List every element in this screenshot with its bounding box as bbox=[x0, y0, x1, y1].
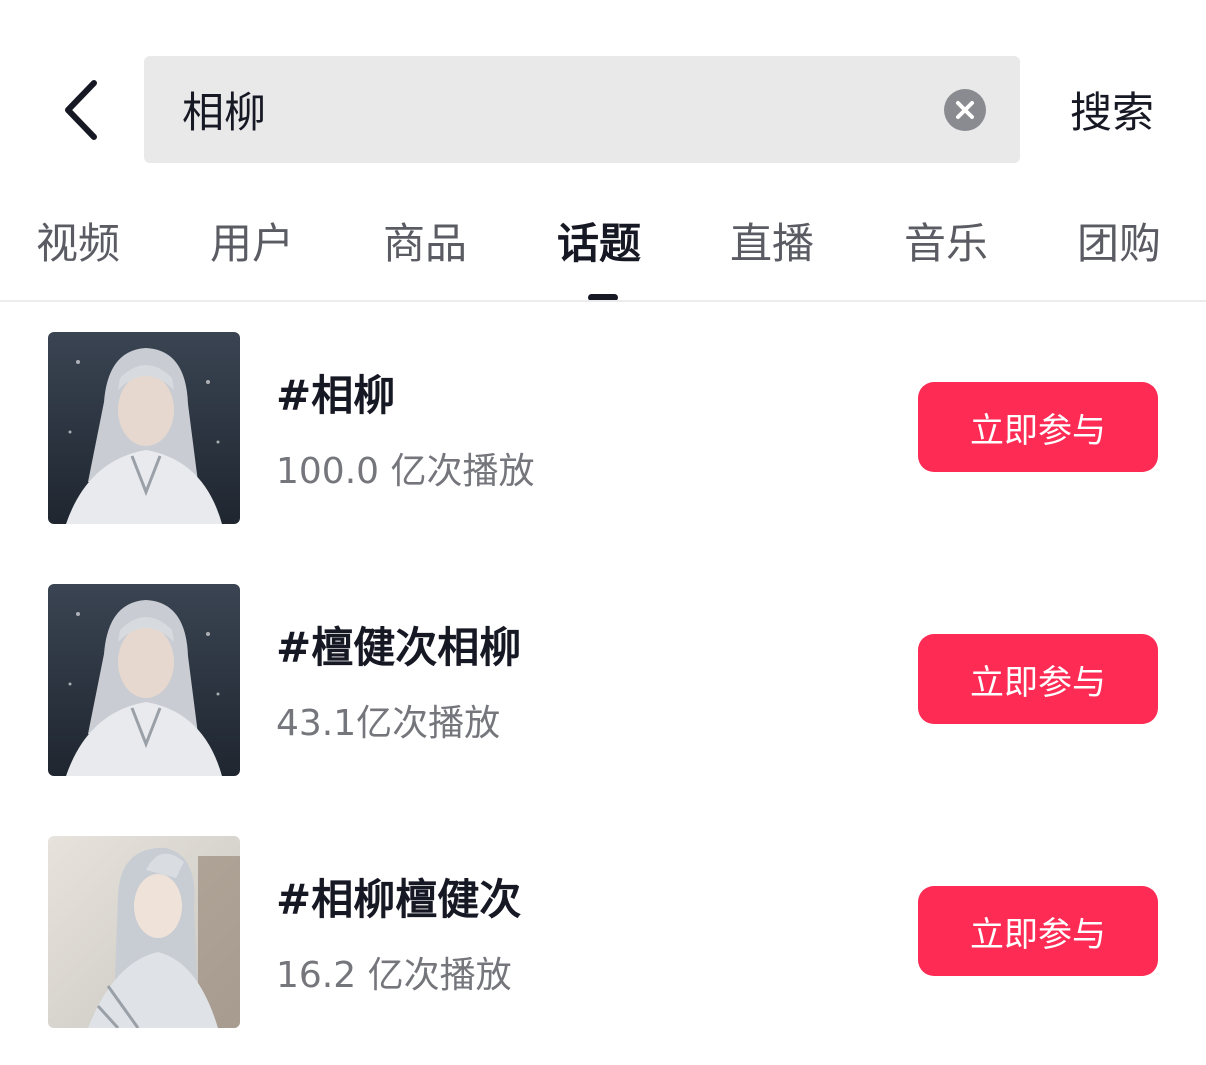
topic-row[interactable]: #相柳檀健次 16.2 亿次播放 立即参与 bbox=[0, 836, 1206, 1028]
topic-thumbnail[interactable] bbox=[48, 836, 240, 1028]
join-topic-button[interactable]: 立即参与 bbox=[918, 634, 1158, 724]
topic-row[interactable]: #檀健次相柳 43.1亿次播放 立即参与 bbox=[0, 584, 1206, 776]
tab-users[interactable]: 用户 bbox=[210, 214, 294, 274]
topic-view-count: 16.2 亿次播放 bbox=[276, 955, 512, 996]
tab-topics[interactable]: 话题 bbox=[557, 214, 641, 274]
tab-live[interactable]: 直播 bbox=[730, 214, 814, 274]
close-icon bbox=[956, 101, 974, 119]
topic-title[interactable]: #相柳檀健次 bbox=[276, 866, 521, 927]
search-button[interactable]: 搜索 bbox=[1060, 56, 1164, 163]
tabs-divider bbox=[0, 300, 1206, 302]
clear-search-button[interactable] bbox=[944, 89, 986, 131]
topic-thumbnail[interactable] bbox=[48, 584, 240, 776]
topic-view-count: 100.0 亿次播放 bbox=[276, 451, 535, 492]
search-bar bbox=[144, 56, 1020, 163]
tab-products[interactable]: 商品 bbox=[383, 214, 467, 274]
search-results-screen: 搜索 视频 用户 商品 话题 直播 音乐 团购 bbox=[0, 0, 1206, 1065]
topic-title[interactable]: #檀健次相柳 bbox=[276, 614, 521, 675]
topic-view-count: 43.1亿次播放 bbox=[276, 703, 501, 744]
tab-music[interactable]: 音乐 bbox=[904, 214, 988, 274]
tab-group-buy[interactable]: 团购 bbox=[1077, 214, 1161, 274]
chevron-left-icon bbox=[65, 80, 97, 140]
search-input[interactable] bbox=[182, 56, 942, 163]
tab-videos[interactable]: 视频 bbox=[36, 214, 120, 274]
topic-thumbnail[interactable] bbox=[48, 332, 240, 524]
back-button[interactable] bbox=[52, 74, 108, 146]
join-topic-button[interactable]: 立即参与 bbox=[918, 382, 1158, 472]
join-topic-button[interactable]: 立即参与 bbox=[918, 886, 1158, 976]
result-tabs: 视频 用户 商品 话题 直播 音乐 团购 bbox=[0, 200, 1206, 301]
topic-title[interactable]: #相柳 bbox=[276, 362, 395, 423]
topic-row[interactable]: #相柳 100.0 亿次播放 立即参与 bbox=[0, 332, 1206, 524]
